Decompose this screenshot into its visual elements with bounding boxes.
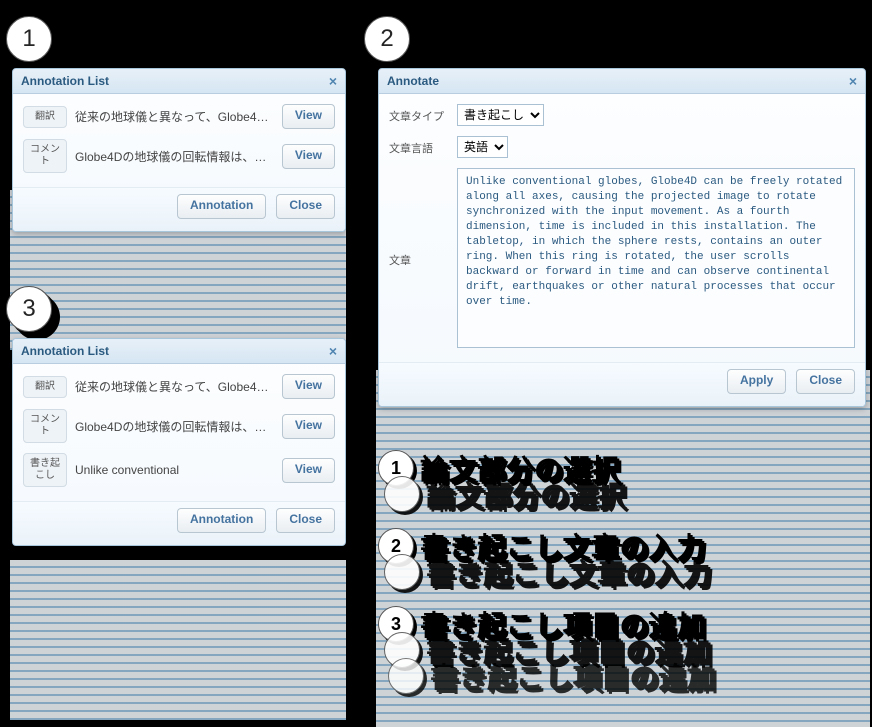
annotation-list-panel-1: Annotation List × 翻訳 従来の地球儀と異なって、Globe4D… [12, 68, 346, 232]
lang-label: 文章言語 [389, 136, 445, 156]
explain-text-ghost: 書き起こし項目の追加 [430, 656, 715, 696]
explain-badge-ghost [384, 476, 420, 512]
annotation-row: コメント Globe4Dの地球儀の回転情報は、テー View [23, 409, 335, 443]
explain-text-ghost: 書き起こし文章の入力 [426, 552, 711, 592]
step-badge-1-label: 1 [22, 25, 35, 53]
step-badge-3-label: 3 [22, 295, 35, 323]
explain-row-3-ghost2: 書き起こし項目の追加 [388, 656, 715, 696]
annotation-tag: コメント [23, 409, 67, 443]
close-button[interactable]: Close [276, 508, 335, 533]
annotation-tag: コメント [23, 139, 67, 173]
panel2-body: 文章タイプ 書き起こし 文章言語 英語 文章 [379, 94, 865, 362]
panel3-body: 翻訳 従来の地球儀と異なって、Globe4Dは View コメント Globe4… [13, 364, 345, 501]
explain-badge-ghost [384, 554, 420, 590]
panel1-footer: Annotation Close [13, 187, 345, 231]
form-row-body: 文章 [389, 168, 855, 348]
panel2-titlebar: Annotate × [379, 69, 865, 94]
view-button[interactable]: View [282, 414, 335, 439]
annotation-button[interactable]: Annotation [177, 508, 266, 533]
close-button[interactable]: Close [276, 194, 335, 219]
explain-badge-ghost [388, 658, 424, 694]
panel3-titlebar: Annotation List × [13, 339, 345, 364]
decorative-hatch [10, 560, 346, 720]
type-select[interactable]: 書き起こし [457, 104, 544, 126]
annotation-text: 従来の地球儀と異なって、Globe4Dは [75, 378, 274, 395]
body-label: 文章 [389, 248, 445, 268]
panel3-footer: Annotation Close [13, 501, 345, 545]
step-badge-3: 3 [6, 286, 52, 332]
panel2-close-icon[interactable]: × [849, 69, 857, 93]
close-button[interactable]: Close [796, 369, 855, 394]
explain-text-ghost: 論文部分の選択 [426, 474, 626, 514]
panel3-close-icon[interactable]: × [329, 339, 337, 363]
annotation-tag: 書き起こし [23, 453, 67, 487]
annotation-list-panel-3: Annotation List × 翻訳 従来の地球儀と異なって、Globe4D… [12, 338, 346, 546]
annotation-text: 従来の地球儀と異なって、Globe4Dは [75, 108, 274, 125]
explain-row-2-ghost: 書き起こし文章の入力 [384, 552, 715, 592]
type-label: 文章タイプ [389, 104, 445, 124]
panel1-close-icon[interactable]: × [329, 69, 337, 93]
annotation-button[interactable]: Annotation [177, 194, 266, 219]
annotation-row: 書き起こし Unlike conventional View [23, 453, 335, 487]
panel2-title: Annotate [387, 69, 439, 93]
annotate-panel: Annotate × 文章タイプ 書き起こし 文章言語 英語 文章 Apply … [378, 68, 866, 407]
view-button[interactable]: View [282, 458, 335, 483]
explanation-block: 1 論文部分の選択 論文部分の選択 2 書き起こし文章の入力 書き起こし文章の入… [378, 448, 715, 682]
panel1-body: 翻訳 従来の地球儀と異なって、Globe4Dは View コメント Globe4… [13, 94, 345, 187]
annotation-tag: 翻訳 [23, 376, 67, 398]
annotation-tag: 翻訳 [23, 106, 67, 128]
panel2-footer: Apply Close [379, 362, 865, 406]
apply-button[interactable]: Apply [727, 369, 786, 394]
explain-row-1-ghost: 論文部分の選択 [384, 474, 715, 514]
form-row-type: 文章タイプ 書き起こし [389, 104, 855, 126]
form-row-lang: 文章言語 英語 [389, 136, 855, 158]
view-button[interactable]: View [282, 144, 335, 169]
step-badge-1: 1 [6, 16, 52, 62]
view-button[interactable]: View [282, 104, 335, 129]
panel3-title: Annotation List [21, 339, 109, 363]
annotation-text: Unlike conventional [75, 463, 274, 477]
annotation-row: コメント Globe4Dの地球儀の回転情報は、テー View [23, 139, 335, 173]
lang-select[interactable]: 英語 [457, 136, 508, 158]
step-badge-2: 2 [364, 16, 410, 62]
annotation-row: 翻訳 従来の地球儀と異なって、Globe4Dは View [23, 104, 335, 129]
annotation-row: 翻訳 従来の地球儀と異なって、Globe4Dは View [23, 374, 335, 399]
panel1-titlebar: Annotation List × [13, 69, 345, 94]
panel1-title: Annotation List [21, 69, 109, 93]
view-button[interactable]: View [282, 374, 335, 399]
annotation-text: Globe4Dの地球儀の回転情報は、テー [75, 148, 274, 165]
body-textarea[interactable] [457, 168, 855, 348]
step-badge-2-label: 2 [380, 25, 393, 53]
annotation-text: Globe4Dの地球儀の回転情報は、テー [75, 418, 274, 435]
